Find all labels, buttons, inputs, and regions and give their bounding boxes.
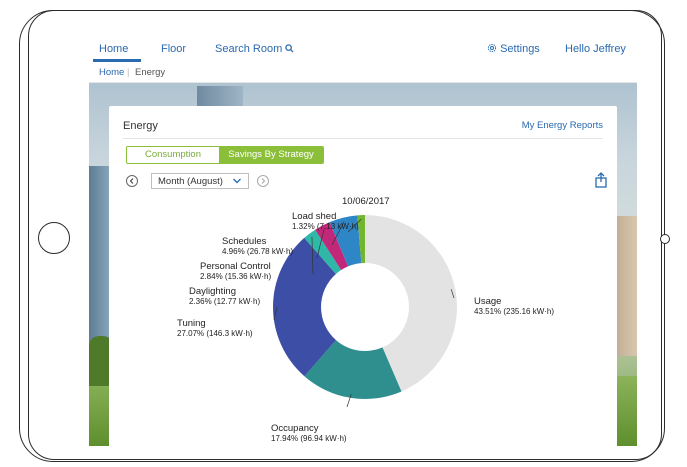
camera <box>660 234 670 244</box>
app-screen: Home Floor Search Room Settings Hello Je… <box>89 36 637 446</box>
savings-donut-chart: 10/06/2017 Usage43.51% (235.16 kW·h) Occu… <box>177 196 554 443</box>
slice-value-label: 43.51% (235.16 kW·h) <box>474 307 554 316</box>
slice-label: Personal Control <box>200 261 271 272</box>
slice-value-label: 4.96% (26.78 kW·h) <box>222 247 293 256</box>
slice-label: Load shed <box>292 211 336 222</box>
slice-value-label: 1.32% (7.13 kW·h) <box>292 222 359 231</box>
slice-value-label: 27.07% (146.3 kW·h) <box>177 329 253 338</box>
slice-label: Schedules <box>222 236 267 247</box>
slice-label: Usage <box>474 296 501 307</box>
slice-label: Daylighting <box>189 286 236 297</box>
slice-value-label: 17.94% (96.94 kW·h) <box>271 434 347 443</box>
slice-label: Tuning <box>177 318 206 329</box>
slice-value-label: 2.36% (12.77 kW·h) <box>189 297 260 306</box>
slice-label: Occupancy <box>271 423 319 434</box>
chart-date-label: 10/06/2017 <box>342 196 390 207</box>
slice-value-label: 2.84% (15.36 kW·h) <box>200 272 271 281</box>
home-button[interactable] <box>38 222 70 254</box>
